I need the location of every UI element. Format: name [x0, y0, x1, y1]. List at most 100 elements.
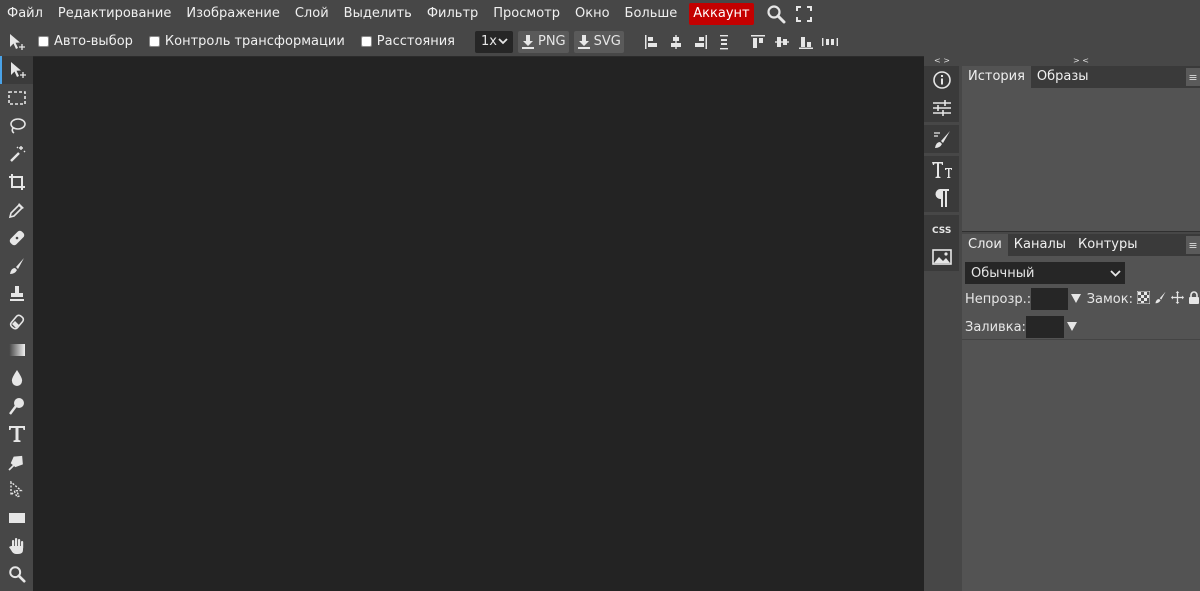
auto-select-checkbox[interactable]: Авто-выбор	[38, 34, 133, 49]
app-window: Файл Редактирование Изображение Слой Выд…	[0, 0, 1200, 591]
brush-tool-icon[interactable]	[0, 252, 33, 280]
align-bottom-icon[interactable]	[794, 31, 818, 53]
lock-transparency-icon[interactable]	[1136, 290, 1151, 308]
menu-select[interactable]: Выделить	[337, 0, 420, 27]
fill-input[interactable]	[1025, 316, 1064, 338]
blur-tool-icon[interactable]	[0, 364, 33, 392]
healing-brush-icon[interactable]	[0, 224, 33, 252]
chevron-down-icon	[498, 34, 508, 49]
tab-layers[interactable]: Слои	[962, 234, 1008, 256]
move-tool-options-icon	[0, 27, 34, 56]
marquee-tool-icon[interactable]	[0, 84, 33, 112]
blend-mode-value: Обычный	[971, 265, 1035, 281]
gradient-tool-icon[interactable]	[0, 336, 33, 364]
align-middle-icon[interactable]	[770, 31, 794, 53]
brush-settings-icon[interactable]	[924, 125, 959, 153]
menu-file[interactable]: Файл	[0, 0, 51, 27]
tab-history[interactable]: История	[962, 66, 1031, 88]
lock-all-icon[interactable]	[1188, 290, 1200, 308]
fill-row: Заливка:	[962, 314, 1200, 340]
dodge-tool-icon[interactable]	[0, 392, 33, 420]
download-icon	[521, 34, 534, 49]
canvas-workspace[interactable]	[33, 56, 924, 591]
options-bar: Авто-выбор Контроль трансформации Рассто…	[0, 27, 1200, 56]
blend-mode-select[interactable]: Обычный	[965, 262, 1125, 284]
align-right-icon[interactable]	[688, 31, 712, 53]
panel-menu-icon[interactable]: ≡	[1186, 68, 1200, 86]
hand-tool-icon[interactable]	[0, 532, 33, 560]
image-icon[interactable]	[924, 243, 959, 271]
magic-wand-icon[interactable]	[0, 140, 33, 168]
history-panel: История Образы ≡	[962, 66, 1200, 231]
strip-collapse-toggle[interactable]: < >	[924, 56, 960, 66]
eyedropper-icon[interactable]	[0, 196, 33, 224]
text-tool-icon[interactable]	[0, 420, 33, 448]
transform-controls-label: Контроль трансформации	[164, 34, 345, 49]
tab-channels[interactable]: Каналы	[1008, 234, 1072, 256]
adjustments-icon[interactable]	[924, 94, 959, 122]
opacity-input[interactable]	[1031, 288, 1068, 310]
panels-collapse-toggle[interactable]: > <	[962, 56, 1200, 66]
align-left-icon[interactable]	[640, 31, 664, 53]
checkbox-box[interactable]	[148, 36, 160, 47]
export-svg-button[interactable]: SVG	[573, 30, 624, 53]
distances-checkbox[interactable]: Расстояния	[360, 34, 455, 49]
distribute-h-icon[interactable]	[712, 31, 736, 53]
tab-snapshots[interactable]: Образы	[1031, 66, 1095, 88]
eraser-icon[interactable]	[0, 308, 33, 336]
chevron-down-icon	[1110, 266, 1121, 281]
css-icon[interactable]: CSS	[924, 215, 959, 243]
opacity-row: Непрозр.: Замок:	[962, 286, 1200, 312]
layers-tabs: Слои Каналы Контуры ≡	[962, 234, 1200, 256]
strip-group-media: CSS	[924, 215, 959, 271]
shape-tool-icon[interactable]	[0, 504, 33, 532]
strip-group-info	[924, 66, 959, 122]
pen-tool-icon[interactable]	[0, 448, 33, 476]
tab-paths[interactable]: Контуры	[1072, 234, 1143, 256]
auto-select-label: Авто-выбор	[54, 34, 133, 49]
lock-position-icon[interactable]	[1171, 290, 1184, 308]
fill-dropdown-icon[interactable]	[1066, 320, 1077, 335]
layers-panel: Слои Каналы Контуры ≡ Обычный Непрозр.: …	[962, 234, 1200, 591]
align-top-icon[interactable]	[746, 31, 770, 53]
lock-paint-icon[interactable]	[1154, 291, 1167, 308]
character-icon[interactable]	[924, 156, 959, 184]
checkbox-box[interactable]	[38, 36, 49, 47]
info-icon[interactable]	[924, 66, 959, 94]
distribute-v-icon[interactable]	[818, 31, 842, 53]
menu-image[interactable]: Изображение	[179, 0, 287, 27]
account-button[interactable]: Аккаунт	[689, 2, 754, 25]
layers-list[interactable]	[962, 340, 1200, 591]
clone-stamp-icon[interactable]	[0, 280, 33, 308]
menu-filter[interactable]: Фильтр	[420, 0, 486, 27]
distances-label: Расстояния	[376, 34, 455, 49]
fullscreen-icon[interactable]	[792, 2, 816, 26]
menu-layer[interactable]: Слой	[288, 0, 337, 27]
search-icon[interactable]	[764, 2, 788, 26]
paragraph-icon[interactable]	[924, 184, 959, 212]
download-icon	[577, 34, 590, 49]
transform-controls-checkbox[interactable]: Контроль трансформации	[148, 34, 345, 49]
menu-more[interactable]: Больше	[618, 0, 686, 27]
crop-tool-icon[interactable]	[0, 168, 33, 196]
menu-edit[interactable]: Редактирование	[51, 0, 179, 27]
checkbox-box[interactable]	[360, 36, 372, 47]
menu-view[interactable]: Просмотр	[486, 0, 568, 27]
path-select-icon[interactable]	[0, 476, 33, 504]
move-tool-icon[interactable]	[0, 56, 33, 84]
menu-window[interactable]: Окно	[568, 0, 618, 27]
panel-menu-icon[interactable]: ≡	[1186, 236, 1200, 254]
strip-group-text	[924, 156, 959, 212]
panel-divider[interactable]	[962, 231, 1200, 232]
export-scale-value: 1x	[480, 34, 497, 49]
svg-label: SVG	[593, 34, 621, 49]
export-png-button[interactable]: PNG	[517, 30, 569, 53]
png-label: PNG	[537, 34, 566, 49]
align-center-h-icon[interactable]	[664, 31, 688, 53]
zoom-tool-icon[interactable]	[0, 560, 33, 588]
strip-group-brush	[924, 125, 959, 153]
export-scale-select[interactable]: 1x	[474, 30, 513, 53]
menu-bar: Файл Редактирование Изображение Слой Выд…	[0, 0, 1200, 27]
opacity-dropdown-icon[interactable]	[1070, 292, 1081, 307]
lasso-tool-icon[interactable]	[0, 112, 33, 140]
